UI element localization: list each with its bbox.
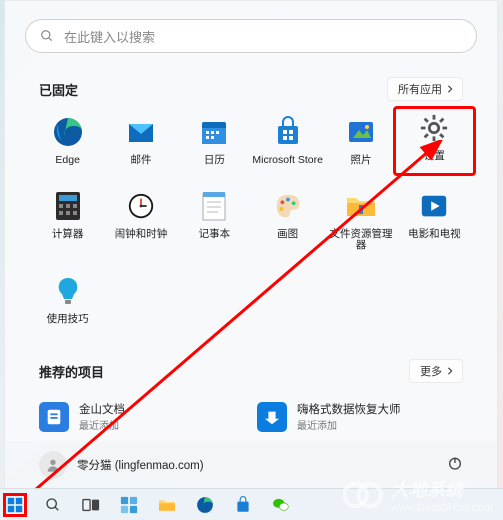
wechat-icon xyxy=(272,496,290,514)
app-tips[interactable]: 使用技巧 xyxy=(31,270,104,330)
movies-icon xyxy=(419,191,449,221)
taskbar-store[interactable] xyxy=(231,493,255,517)
taskbar-search[interactable] xyxy=(41,493,65,517)
recommended-header: 推荐的项目 更多 xyxy=(39,359,463,383)
app-edge[interactable]: Edge xyxy=(31,111,104,171)
search-icon xyxy=(45,497,61,513)
taskbar-edge[interactable] xyxy=(193,493,217,517)
folder-icon xyxy=(345,192,377,220)
taskbar-widgets[interactable] xyxy=(117,493,141,517)
store-icon xyxy=(272,116,304,148)
reco-item-0[interactable]: 金山文档 最近添加 xyxy=(39,401,245,432)
clock-icon xyxy=(126,191,156,221)
user-account-button[interactable]: 零分猫 (lingfenmao.com) xyxy=(39,451,204,479)
app-settings[interactable]: 设置 xyxy=(393,106,476,176)
chevron-right-icon xyxy=(446,85,454,93)
windows-icon xyxy=(7,496,23,514)
search-icon xyxy=(40,29,54,43)
pinned-header: 已固定 所有应用 xyxy=(39,77,463,101)
calculator-icon xyxy=(54,190,82,222)
power-button[interactable] xyxy=(447,455,463,476)
app-paint[interactable]: 画图 xyxy=(251,185,324,256)
taskbar-wechat[interactable] xyxy=(269,493,293,517)
recommended-list: 金山文档 最近添加 嗨格式数据恢复大师 最近添加 xyxy=(5,393,497,432)
folder-icon xyxy=(157,497,177,513)
taskview-icon xyxy=(82,498,100,512)
app-clock[interactable]: 闹钟和时钟 xyxy=(104,185,177,256)
app-calculator[interactable]: 计算器 xyxy=(31,185,104,256)
more-button[interactable]: 更多 xyxy=(409,359,463,383)
all-apps-button[interactable]: 所有应用 xyxy=(387,77,463,101)
recovery-icon xyxy=(263,408,281,426)
search-bar[interactable]: 在此键入以搜索 xyxy=(25,19,477,53)
edge-icon xyxy=(196,496,214,514)
user-label: 零分猫 (lingfenmao.com) xyxy=(77,457,204,473)
reco-item-1[interactable]: 嗨格式数据恢复大师 最近添加 xyxy=(257,401,463,432)
photos-icon xyxy=(345,116,377,148)
pinned-title: 已固定 xyxy=(39,80,78,99)
search-placeholder: 在此键入以搜索 xyxy=(64,27,155,46)
taskbar-start-button[interactable] xyxy=(3,493,27,517)
store-icon xyxy=(234,496,252,514)
edge-icon xyxy=(52,116,84,148)
widgets-icon xyxy=(120,496,138,514)
notepad-icon xyxy=(200,190,228,222)
start-menu-panel: 在此键入以搜索 已固定 所有应用 Edge 邮件 日历 Microsoft St… xyxy=(4,0,498,490)
gear-icon xyxy=(419,113,449,143)
app-explorer[interactable]: 文件资源管理器 xyxy=(324,185,397,256)
app-mail[interactable]: 邮件 xyxy=(104,111,177,171)
taskbar-taskview[interactable] xyxy=(79,493,103,517)
watermark: 大地系统 www.DadiGhost.com xyxy=(343,476,493,514)
app-movies[interactable]: 电影和电视 xyxy=(398,185,471,256)
paint-icon xyxy=(273,191,303,221)
power-icon xyxy=(447,455,463,471)
person-icon xyxy=(45,457,61,473)
chevron-right-icon xyxy=(446,367,454,375)
app-notepad[interactable]: 记事本 xyxy=(178,185,251,256)
app-store[interactable]: Microsoft Store xyxy=(251,111,324,171)
app-photos[interactable]: 照片 xyxy=(324,111,397,171)
pinned-apps-grid: Edge 邮件 日历 Microsoft Store 照片 设置 计算器 xyxy=(5,111,497,329)
watermark-logo-icon xyxy=(343,481,385,509)
mail-icon xyxy=(125,116,157,148)
taskbar-explorer[interactable] xyxy=(155,493,179,517)
avatar xyxy=(39,451,67,479)
calendar-icon xyxy=(198,116,230,148)
tips-icon xyxy=(54,275,82,307)
doc-icon xyxy=(45,408,63,426)
app-calendar[interactable]: 日历 xyxy=(178,111,251,171)
recommended-title: 推荐的项目 xyxy=(39,362,104,381)
